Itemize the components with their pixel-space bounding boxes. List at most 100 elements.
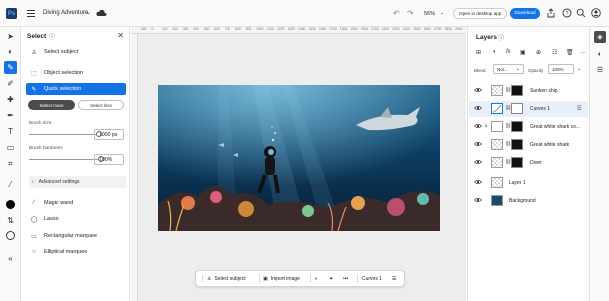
share-icon[interactable] (546, 8, 556, 18)
layer-row-selected[interactable]: ⛓ Curves 1 ☰ (469, 101, 588, 117)
layer-row[interactable]: ↳ ⛓ Great white shark co... (469, 119, 588, 135)
move-tool-icon[interactable]: ➤ (5, 31, 16, 42)
person-icon: ♙ (31, 49, 37, 56)
info-icon[interactable]: ⓘ (49, 32, 55, 41)
more-icon[interactable]: ••• (343, 271, 348, 286)
adjustments-panel-icon[interactable]: ◐ (594, 48, 606, 60)
user-avatar-icon[interactable] (591, 8, 601, 18)
type-tool-icon[interactable]: T (5, 126, 16, 137)
layer-thumbnail (491, 121, 503, 132)
drag-handle[interactable]: ⋮ (200, 271, 205, 286)
chevron-right-icon: › (32, 179, 34, 185)
layer-row[interactable]: ⛓ Sunken ship (469, 83, 588, 99)
panel-title: Select (27, 33, 47, 40)
close-icon[interactable]: ✕ (117, 31, 124, 40)
zoom-level[interactable]: 56% (424, 11, 435, 17)
layer-row[interactable]: Layer 1 (469, 175, 588, 191)
select-subject-option[interactable]: ♙ Select subject (26, 46, 126, 58)
eye-icon[interactable] (474, 87, 482, 93)
layers-panel-icon[interactable]: ◈ (594, 31, 606, 43)
chevron-down-icon[interactable]: ⌄ (86, 9, 91, 16)
quick-selection-tool-icon[interactable]: ✎ (4, 61, 17, 74)
rectangular-marquee-option[interactable]: ▭ Rectangular marquee (26, 230, 126, 242)
swap-colors-icon[interactable]: ⇅ (5, 215, 16, 226)
document-image[interactable] (158, 85, 440, 231)
layer-row[interactable]: Background (469, 193, 588, 209)
photoshop-logo[interactable]: Ps (6, 8, 17, 19)
adjustment-icon[interactable]: ◐ (315, 271, 318, 286)
current-layer-label[interactable]: Curves 1 (362, 271, 382, 286)
eye-icon[interactable] (474, 123, 482, 129)
object-select-tool-icon[interactable]: ◐ (5, 46, 16, 57)
select-more-button[interactable]: Select more (28, 100, 75, 110)
download-button[interactable]: Download (510, 8, 540, 19)
brush-tool-icon[interactable]: ✐ (5, 78, 16, 89)
layer-name: Great white shark co... (530, 124, 581, 130)
quick-select-icon: ✎ (31, 86, 37, 93)
more-options-icon[interactable]: … (580, 49, 586, 55)
import-image-button[interactable]: ▣ Import image (263, 271, 300, 286)
brush-size-input[interactable]: 1000 px (94, 129, 124, 140)
properties-panel-icon[interactable]: ☰ (594, 64, 606, 76)
layers-panel: Layers ⓘ ⊞ ◑ fx ▣ ⊕ ☷ 🗑 … Blend Nor... ⌄ … (467, 27, 588, 301)
redo-icon[interactable]: ↷ (407, 9, 414, 18)
open-in-desktop-button[interactable]: Open in desktop app (453, 8, 508, 19)
ruler-tick-label: 700 (224, 27, 231, 31)
top-bar: Ps Diving Adventure ⌄ ↶ ↷ 56% ⌄ Open in … (0, 0, 609, 27)
info-icon[interactable]: ⓘ (498, 33, 504, 42)
healing-tool-icon[interactable]: ✚ (5, 94, 16, 105)
lasso-option[interactable]: ◯ Lasso (26, 213, 126, 225)
search-icon[interactable] (576, 8, 586, 18)
clip-icon[interactable]: ⊕ (536, 49, 541, 56)
eye-icon[interactable] (474, 179, 482, 185)
menu-icon[interactable] (27, 10, 35, 17)
ruler-tick-label: 2200 (381, 27, 390, 31)
layer-name: Layer 1 (509, 180, 526, 186)
add-layer-icon[interactable]: ⊞ (476, 49, 481, 56)
layer-row[interactable]: ⛓ Diver (469, 155, 588, 171)
layer-row[interactable]: ⛓ Great white shark (469, 137, 588, 153)
adjustment-layer-icon[interactable]: ◑ (492, 49, 496, 55)
foreground-color-swatch[interactable] (5, 199, 16, 210)
blend-mode-select[interactable]: Nor... ⌄ (493, 64, 524, 74)
advanced-settings-toggle[interactable]: › Advanced settings (29, 176, 127, 188)
select-less-button[interactable]: Select less (78, 100, 124, 110)
eraser-tool-icon[interactable]: ▭ (5, 142, 16, 153)
undo-icon[interactable]: ↶ (393, 9, 400, 18)
layer-name: Great white shark (530, 142, 570, 148)
eye-icon[interactable] (474, 197, 482, 203)
layer-properties-icon[interactable]: ☰ (577, 105, 582, 112)
stack-icon[interactable]: ☷ (552, 49, 557, 56)
chevron-down-icon[interactable]: ⌄ (577, 66, 581, 72)
brush-size-slider[interactable] (29, 131, 102, 137)
select-subject-button[interactable]: ♙ Select subject (207, 271, 246, 286)
elliptical-marquee-option[interactable]: ○ Elliptical marquee (26, 246, 126, 258)
pen-tool-icon[interactable]: ✒ (5, 110, 16, 121)
zoom-chevron-icon[interactable]: ⌄ (440, 10, 444, 16)
crop-tool-icon[interactable]: ⌗ (5, 158, 16, 169)
properties-icon[interactable]: ☰ (392, 271, 396, 286)
layer-mask-thumbnail (511, 85, 523, 96)
fx-icon[interactable]: fx (506, 49, 511, 55)
help-icon[interactable]: ? (562, 8, 572, 18)
object-selection-option[interactable]: ⬚ Object selection (26, 67, 126, 79)
generative-fill-icon[interactable]: ✦ (329, 271, 333, 286)
background-color-swatch[interactable] (5, 230, 16, 241)
quick-selection-option[interactable]: ✎ Quick selection (26, 83, 126, 95)
mask-icon[interactable]: ▣ (520, 49, 526, 56)
eyedropper-tool-icon[interactable]: ⁄ (5, 179, 16, 190)
eye-icon[interactable] (474, 105, 482, 111)
cloud-icon[interactable] (96, 9, 107, 17)
collapse-toolbar-icon[interactable]: « (5, 253, 16, 264)
magic-wand-option[interactable]: ⁄ Magic wand (26, 197, 126, 209)
document-title[interactable]: Diving Adventure (43, 10, 88, 16)
opacity-input[interactable]: 100% (548, 64, 574, 74)
delete-icon[interactable]: 🗑 (566, 49, 574, 56)
brush-hardness-input[interactable]: 100% (94, 154, 124, 165)
ruler-tick-label: 2400 (402, 27, 411, 31)
eye-icon[interactable] (474, 141, 482, 147)
eye-icon[interactable] (474, 159, 482, 165)
layer-mask-thumbnail (511, 157, 523, 168)
person-icon: ♙ (207, 275, 212, 282)
brush-hardness-slider[interactable] (29, 156, 104, 162)
